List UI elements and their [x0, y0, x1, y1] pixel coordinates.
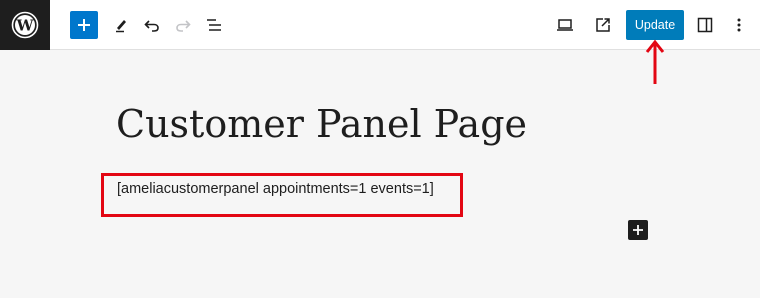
view-page-button[interactable] — [588, 10, 618, 40]
add-block-button[interactable] — [70, 11, 98, 39]
desktop-icon — [557, 19, 573, 31]
options-button[interactable] — [724, 10, 754, 40]
external-link-icon — [596, 18, 610, 32]
wordpress-logo-icon: W — [11, 11, 39, 39]
preview-button[interactable] — [550, 10, 580, 40]
settings-button[interactable] — [690, 10, 720, 40]
shortcode-block[interactable]: [ameliacustomerpanel appointments=1 even… — [117, 181, 434, 197]
page-title[interactable]: Customer Panel Page — [116, 102, 527, 146]
svg-text:W: W — [16, 17, 35, 35]
pencil-icon — [116, 20, 126, 33]
plus-icon — [633, 225, 643, 235]
tools-button[interactable] — [106, 10, 136, 40]
undo-button[interactable] — [137, 10, 167, 40]
vertical-ellipsis-icon — [737, 18, 741, 32]
undo-icon — [144, 20, 159, 32]
sidebar-icon — [697, 17, 713, 33]
redo-icon — [176, 20, 191, 32]
wordpress-logo-button[interactable]: W — [0, 0, 50, 50]
list-view-icon — [207, 19, 221, 31]
arrow-up-annotation-icon — [645, 39, 665, 84]
document-overview-button[interactable] — [199, 10, 229, 40]
plus-icon — [78, 19, 90, 31]
update-button[interactable]: Update — [626, 10, 684, 40]
block-inserter-button[interactable] — [628, 220, 648, 240]
redo-button[interactable] — [168, 10, 198, 40]
